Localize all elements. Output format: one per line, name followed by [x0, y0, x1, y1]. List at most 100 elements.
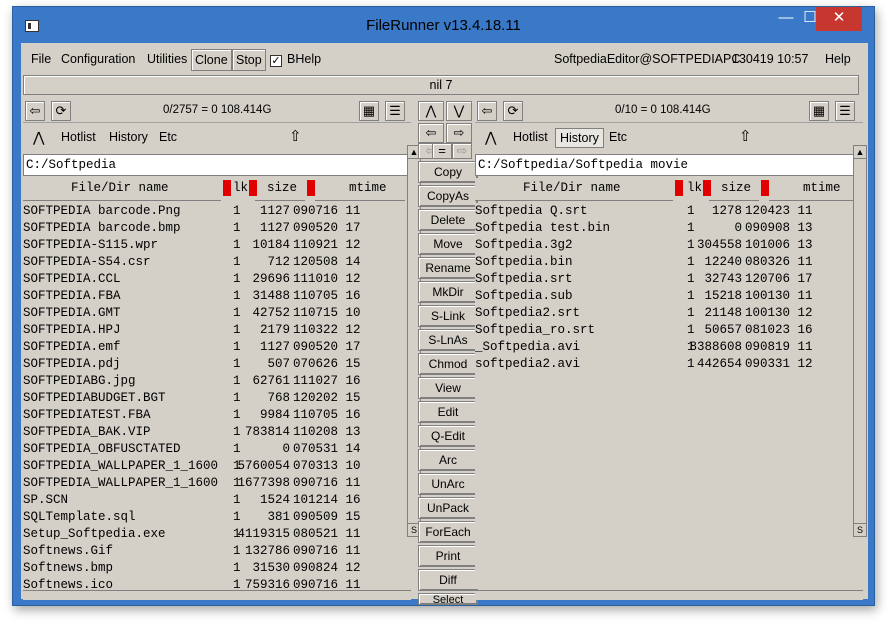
column-resize-marker[interactable]	[249, 180, 257, 196]
file-row[interactable]: SOFTPEDIA_WALLPAPER_1_1600 1 5760054 070313…	[23, 458, 411, 475]
right-hotlist-button[interactable]: Hotlist	[509, 128, 552, 148]
file-row[interactable]: SOFTPEDIATEST.FBA 1 9984 110705 16	[23, 407, 411, 424]
file-row[interactable]: SOFTPEDIABG.jpg 1 62761 111027 16	[23, 373, 411, 390]
file-row[interactable]: SOFTPEDIA.emf 1 1127 090520 17	[23, 339, 411, 356]
file-row[interactable]: SOFTPEDIA.HPJ 1 2179 110322 12	[23, 322, 411, 339]
chmod-button[interactable]: Chmod	[418, 353, 478, 375]
column-scrollbar[interactable]	[709, 196, 759, 201]
file-row[interactable]: Softpedia2.srt 1 21148 100130 12	[475, 305, 863, 322]
right-etc-button[interactable]: Etc	[605, 128, 631, 148]
file-row[interactable]: Softnews.ico 1 759316 090716 11	[23, 577, 411, 589]
parent-dir-icon[interactable]: ⋀	[29, 128, 48, 148]
column-resize-marker[interactable]	[223, 180, 231, 196]
q-edit-button[interactable]: Q-Edit	[418, 425, 478, 447]
file-row[interactable]: SOFTPEDIA.GMT 1 42752 110715 10	[23, 305, 411, 322]
mtime-column-header[interactable]: mtime	[349, 181, 387, 195]
left-history-button[interactable]: History	[105, 128, 152, 148]
file-row[interactable]: SOFTPEDIA.FBA 1 31488 110705 16	[23, 288, 411, 305]
refresh-icon[interactable]: ⟳	[503, 101, 523, 121]
home-arrow-icon[interactable]: ⇧	[735, 128, 756, 148]
file-row[interactable]: SOFTPEDIA barcode.bmp 1 1127 090520 17	[23, 220, 411, 237]
file-row[interactable]: _Softpedia.avi 1 8388608 090819 11	[475, 339, 863, 356]
file-row[interactable]: Setup_Softpedia.exe 1 4119315 080521 11	[23, 526, 411, 543]
scroll-down-icon[interactable]: S	[853, 523, 867, 537]
menu-list-icon[interactable]: ☰	[385, 101, 405, 121]
column-resize-marker[interactable]	[675, 180, 683, 196]
lk-column-header[interactable]: lk	[687, 181, 702, 195]
file-row[interactable]: SOFTPEDIA-S115.wpr 1 10184 110921 12	[23, 237, 411, 254]
left-arrow-icon[interactable]: ⇦	[418, 123, 444, 143]
parent-dir-icon[interactable]: ⋀	[481, 128, 500, 148]
foreach-button[interactable]: ForEach	[418, 521, 478, 543]
right-history-button[interactable]: History	[555, 128, 604, 148]
copy-button[interactable]: Copy	[418, 161, 478, 183]
file-row[interactable]: Softnews.Gif 1 132786 090716 11	[23, 543, 411, 560]
s-lnas-button[interactable]: S-LnAs	[418, 329, 478, 351]
sync-right-icon[interactable]: ⇨	[452, 143, 472, 159]
size-column-header[interactable]: size	[721, 181, 751, 195]
column-scrollbar[interactable]	[769, 196, 855, 201]
file-row[interactable]: SOFTPEDIA_WALLPAPER_1_1600 1 1677398 090716…	[23, 475, 411, 492]
file-row[interactable]: SP.SCN 1 1524 101214 16	[23, 492, 411, 509]
column-resize-marker[interactable]	[307, 180, 315, 196]
back-arrow-icon[interactable]: ⇦	[477, 101, 497, 121]
view-icon[interactable]: ▦	[809, 101, 829, 121]
refresh-icon[interactable]: ⟳	[51, 101, 71, 121]
file-row[interactable]: Softpedia.srt 1 32743 120706 17	[475, 271, 863, 288]
file-row[interactable]: SOFTPEDIA.CCL 1 29696 111010 12	[23, 271, 411, 288]
file-row[interactable]: Softpedia.bin 1 12240 080326 11	[475, 254, 863, 271]
file-row[interactable]: SQLTemplate.sql 1 381 090509 15	[23, 509, 411, 526]
column-scrollbar[interactable]	[23, 196, 221, 201]
file-row[interactable]: SOFTPEDIA_BAK.VIP 1 783814 110208 13	[23, 424, 411, 441]
right-file-list[interactable]: Softpedia Q.srt 1 1278 120423 11 Softpedia t…	[475, 203, 863, 589]
file-row[interactable]: Softpedia Q.srt 1 1278 120423 11	[475, 203, 863, 220]
mtime-column-header[interactable]: mtime	[803, 181, 841, 195]
view-icon[interactable]: ▦	[359, 101, 379, 121]
left-etc-button[interactable]: Etc	[155, 128, 181, 148]
delete-button[interactable]: Delete	[418, 209, 478, 231]
view-button[interactable]: View	[418, 377, 478, 399]
left-horizontal-scrollbar[interactable]	[23, 590, 411, 600]
right-horizontal-scrollbar[interactable]	[475, 590, 863, 600]
file-row[interactable]: SOFTPEDIA barcode.Png 1 1127 090716 11	[23, 203, 411, 220]
left-hotlist-button[interactable]: Hotlist	[57, 128, 100, 148]
file-row[interactable]: Softnews.bmp 1 31530 090824 12	[23, 560, 411, 577]
mkdir-button[interactable]: MkDir	[418, 281, 478, 303]
diff-button[interactable]: Diff	[418, 569, 478, 591]
left-file-list[interactable]: SOFTPEDIA barcode.Png 1 1127 090716 11 SOFTP…	[23, 203, 411, 589]
home-arrow-icon[interactable]: ⇧	[285, 128, 306, 148]
print-button[interactable]: Print	[418, 545, 478, 567]
file-row[interactable]: Softpedia_ro.srt 1 50657 081023 16	[475, 322, 863, 339]
file-row[interactable]: SOFTPEDIA-S54.csr 1 712 120508 14	[23, 254, 411, 271]
lk-column-header[interactable]: lk	[233, 181, 248, 195]
menu-help[interactable]: Help	[825, 52, 851, 66]
file-row[interactable]: softpedia2.avi 1 442654 090331 12	[475, 356, 863, 373]
name-column-header[interactable]: File/Dir name	[523, 181, 621, 195]
unarc-button[interactable]: UnArc	[418, 473, 478, 495]
column-scrollbar[interactable]	[315, 196, 405, 201]
menu-file[interactable]: File	[31, 52, 51, 66]
move-button[interactable]: Move	[418, 233, 478, 255]
back-arrow-icon[interactable]: ⇦	[25, 101, 45, 121]
edit-button[interactable]: Edit	[418, 401, 478, 423]
arc-button[interactable]: Arc	[418, 449, 478, 471]
clone-button[interactable]: Clone	[191, 49, 232, 71]
right-arrow-icon[interactable]: ⇨	[446, 123, 472, 143]
right-path-field[interactable]: C:/Softpedia/Softpedia movie	[475, 154, 863, 176]
select-button[interactable]: Select	[418, 593, 478, 606]
scroll-up-icon[interactable]: ▲	[853, 145, 867, 159]
unpack-button[interactable]: UnPack	[418, 497, 478, 519]
file-row[interactable]: Softpedia test.bin 1 0 090908 13	[475, 220, 863, 237]
menu-configuration[interactable]: Configuration	[61, 52, 135, 66]
stop-button[interactable]: Stop	[232, 49, 266, 71]
column-scrollbar[interactable]	[255, 196, 305, 201]
down-double-icon[interactable]: ⋁	[446, 101, 472, 121]
bhelp-checkbox[interactable]: ✓	[270, 55, 282, 67]
right-vertical-scrollbar[interactable]: ▲ S	[853, 145, 867, 537]
column-resize-marker[interactable]	[703, 180, 711, 196]
column-resize-marker[interactable]	[761, 180, 769, 196]
left-path-field[interactable]: C:/Softpedia	[23, 154, 411, 176]
menu-utilities[interactable]: Utilities	[147, 52, 187, 66]
name-column-header[interactable]: File/Dir name	[71, 181, 169, 195]
s-link-button[interactable]: S-Link	[418, 305, 478, 327]
